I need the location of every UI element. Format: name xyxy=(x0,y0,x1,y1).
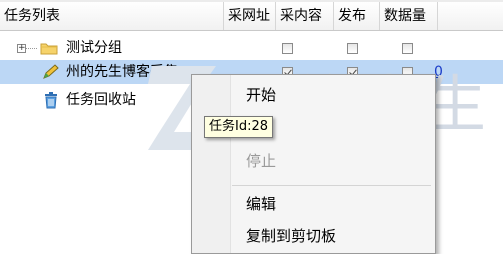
group-label: 测试分组 xyxy=(66,40,122,56)
collect-content-checkbox[interactable] xyxy=(347,43,358,54)
folder-icon xyxy=(40,43,58,55)
column-header-publish[interactable]: 发布 xyxy=(334,2,380,30)
task-label: 州的先生博客采集 xyxy=(66,64,178,80)
task-list-header: 任务列表 采网址 采内容 发布 数据量 xyxy=(0,2,503,31)
menu-item-edit[interactable]: 编辑 xyxy=(246,194,276,214)
column-header-data-count[interactable]: 数据量 xyxy=(380,2,438,30)
column-header-collect-url[interactable]: 采网址 xyxy=(224,2,276,30)
column-header-collect-content[interactable]: 采内容 xyxy=(276,2,334,30)
recycle-bin-label: 任务回收站 xyxy=(66,92,136,108)
menu-item-start[interactable]: 开始 xyxy=(246,85,276,105)
context-menu: 开始 停止 编辑 复制到剪切板 xyxy=(191,74,436,254)
pencil-icon xyxy=(43,64,59,79)
column-header-task-list[interactable]: 任务列表 xyxy=(0,2,224,30)
publish-checkbox[interactable] xyxy=(402,43,413,54)
menu-separator xyxy=(232,185,431,186)
menu-icon-gutter xyxy=(192,75,231,253)
menu-item-stop[interactable]: 停止 xyxy=(246,151,276,171)
task-id-tooltip: 任务Id:28 xyxy=(204,116,274,138)
trash-icon xyxy=(45,92,57,109)
menu-item-copy-to-clipboard[interactable]: 复制到剪切板 xyxy=(246,226,336,246)
collect-url-checkbox[interactable] xyxy=(282,43,293,54)
column-header-filler xyxy=(438,2,503,30)
expand-toggle-icon[interactable]: + xyxy=(17,44,26,53)
tree-row-group[interactable]: + 测试分组 xyxy=(0,36,503,60)
